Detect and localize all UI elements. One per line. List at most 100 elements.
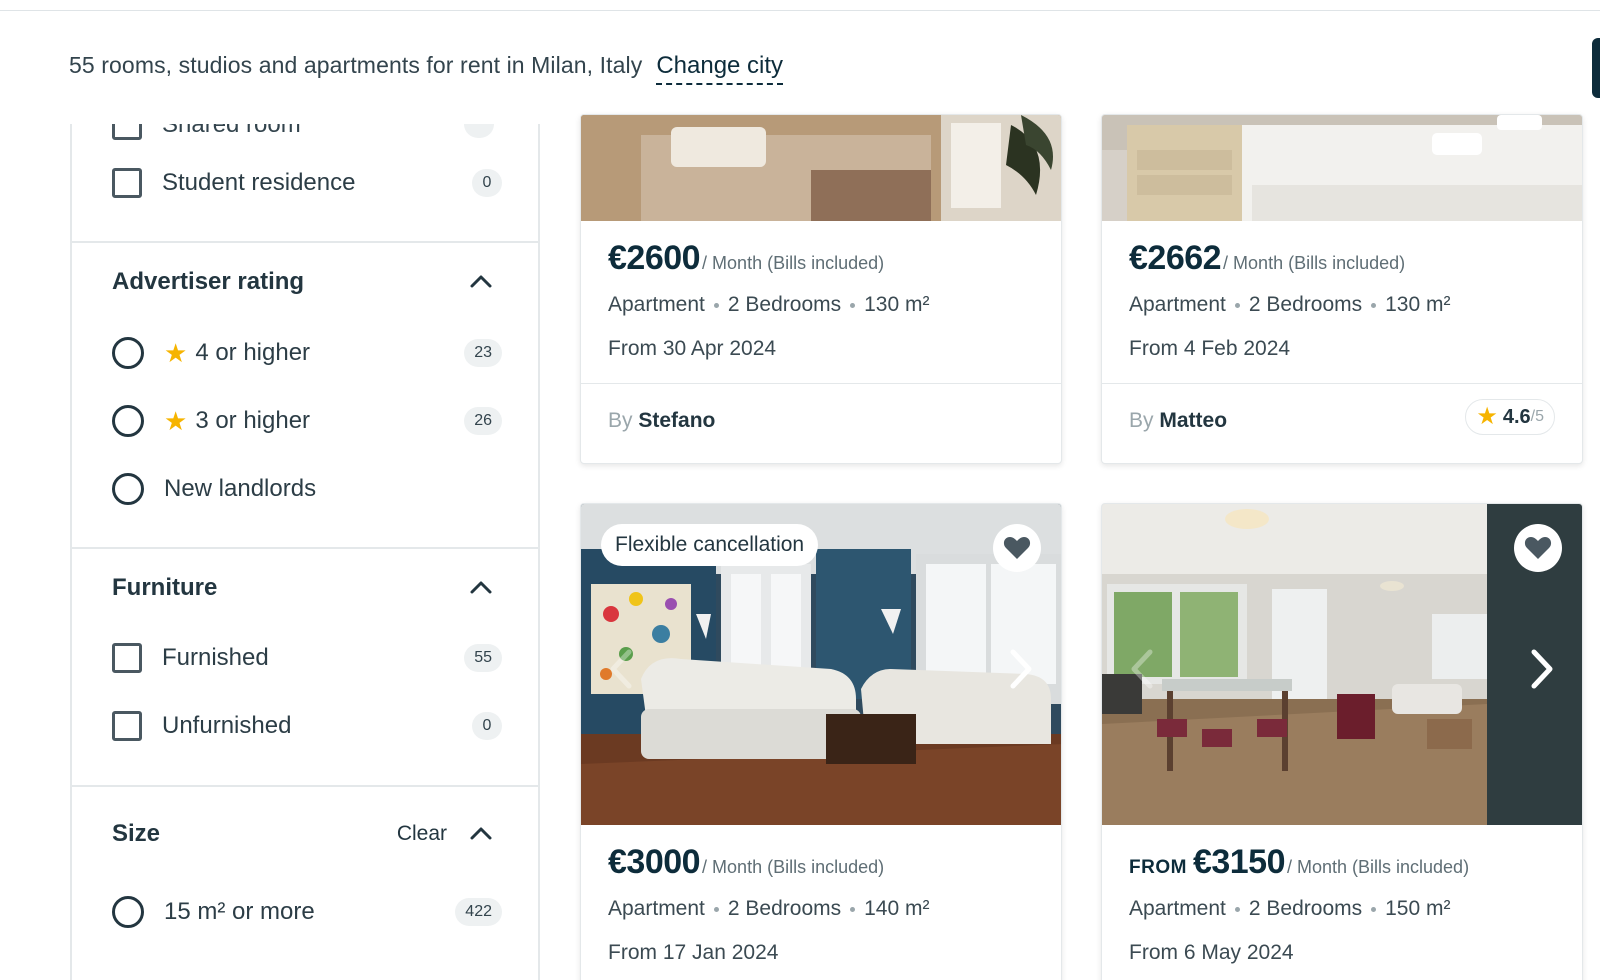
filter-label: Shared room [162, 124, 301, 138]
checkbox[interactable] [112, 124, 142, 140]
section-title: Size [112, 820, 161, 847]
option-label: 15 m² or more [164, 898, 315, 925]
listing-specs: Apartment 2 Bedrooms 130 m² [1129, 293, 1450, 317]
filter-shared-room[interactable]: Shared room [112, 124, 494, 140]
rating-option-4[interactable]: ★ 4 or higher 23 [112, 335, 502, 371]
listing-bedrooms: 2 Bedrooms [727, 293, 842, 316]
count-badge: 422 [455, 898, 502, 926]
card-divider [581, 383, 1061, 384]
listing-specs: Apartment 2 Bedrooms 150 m² [1129, 897, 1450, 921]
radio-button[interactable] [112, 337, 144, 369]
checkbox[interactable] [112, 168, 142, 198]
star-icon: ★ [164, 406, 188, 436]
change-city-link[interactable]: Change city [656, 52, 784, 85]
rating-denominator: /5 [1530, 408, 1544, 425]
landlord-name: Stefano [638, 409, 716, 432]
section-divider [72, 547, 538, 549]
filter-student-residence[interactable]: Student residence 0 [112, 165, 502, 201]
listing-availability: From 4 Feb 2024 [1129, 337, 1291, 360]
listing-price: €3000 [608, 843, 701, 881]
price-from-label: FROM [1129, 857, 1187, 878]
listing-price: €3150 [1192, 843, 1286, 881]
listing-size: 150 m² [1385, 897, 1451, 920]
listing-photo[interactable] [1102, 115, 1582, 221]
listing-type: Apartment [608, 897, 705, 920]
chevron-up-icon[interactable] [468, 821, 494, 847]
listing-photo[interactable]: Flexible cancellation [581, 504, 1061, 825]
listing-card[interactable]: FROM €3150 / Month (Bills included) Apar… [1101, 503, 1583, 980]
filter-furnished[interactable]: Furnished 55 [112, 640, 502, 676]
card-divider [1102, 383, 1582, 384]
listing-type: Apartment [1129, 293, 1226, 316]
radio-button[interactable] [112, 473, 144, 505]
filter-unfurnished[interactable]: Unfurnished 0 [112, 708, 502, 744]
listing-availability: From 17 Jan 2024 [608, 941, 779, 964]
listing-bedrooms: 2 Bedrooms [727, 897, 842, 920]
heart-icon [1003, 537, 1031, 559]
option-label: New landlords [164, 475, 317, 502]
listing-specs: Apartment 2 Bedrooms 140 m² [608, 897, 929, 921]
listing-price: €2600 [608, 239, 701, 277]
listing-availability: From 6 May 2024 [1129, 941, 1294, 964]
landlord-rating-badge: ★ 4.6/5 [1465, 399, 1555, 435]
listing-price: €2662 [1129, 239, 1222, 277]
listing-type: Apartment [1129, 897, 1226, 920]
filter-label: Unfurnished [162, 712, 292, 739]
listing-card[interactable]: €2662 / Month (Bills included) Apartment… [1101, 114, 1583, 464]
listing-photo[interactable] [581, 115, 1061, 221]
rating-option-new-landlords[interactable]: New landlords [112, 471, 502, 507]
results-header: 55 rooms, studios and apartments for ren… [69, 52, 784, 92]
checkbox[interactable] [112, 711, 142, 741]
count-badge: 23 [464, 339, 502, 367]
count-badge [464, 124, 494, 138]
favorite-button[interactable] [1514, 524, 1562, 572]
radio-button[interactable] [112, 405, 144, 437]
listing-landlord[interactable]: By Stefano [608, 409, 715, 433]
flexible-cancellation-badge: Flexible cancellation [601, 524, 819, 566]
chevron-up-icon[interactable] [468, 269, 494, 295]
listing-specs: Apartment 2 Bedrooms 130 m² [608, 293, 929, 317]
listing-card[interactable]: Flexible cancellation €3000 / Month (Bil… [580, 503, 1062, 980]
filters-sidebar: Shared room Student residence 0 Advertis… [70, 124, 540, 980]
section-divider [72, 241, 538, 243]
listing-card[interactable]: €2600 / Month (Bills included) Apartment… [580, 114, 1062, 464]
listing-bedrooms: 2 Bedrooms [1248, 293, 1363, 316]
section-size[interactable]: Size Clear [112, 816, 502, 852]
rating-value: 4.6 [1502, 405, 1531, 428]
chevron-left-icon[interactable] [1124, 644, 1164, 694]
section-title: Furniture [112, 574, 218, 601]
chevron-up-icon[interactable] [468, 575, 494, 601]
side-panel-tab[interactable] [1592, 38, 1600, 98]
count-badge: 0 [472, 712, 502, 740]
listing-type: Apartment [608, 293, 705, 316]
listing-availability: From 30 Apr 2024 [608, 337, 777, 360]
chevron-right-icon[interactable] [1520, 644, 1560, 694]
section-advertiser-rating[interactable]: Advertiser rating [112, 264, 502, 300]
section-title: Advertiser rating [112, 268, 305, 295]
chevron-left-icon[interactable] [603, 644, 643, 694]
listing-period: / Month (Bills included) [1223, 253, 1406, 273]
heart-icon [1524, 537, 1552, 559]
section-divider [72, 785, 538, 787]
radio-button[interactable] [112, 896, 144, 928]
listing-size: 130 m² [864, 293, 930, 316]
listing-landlord[interactable]: By Matteo [1129, 409, 1227, 433]
section-furniture[interactable]: Furniture [112, 570, 502, 606]
filter-label: Student residence [162, 169, 356, 196]
listing-bedrooms: 2 Bedrooms [1248, 897, 1363, 920]
listing-period: / Month (Bills included) [702, 253, 885, 273]
clear-size-button[interactable]: Clear [397, 822, 447, 846]
star-icon: ★ [164, 338, 188, 368]
listing-photo[interactable] [1102, 504, 1582, 825]
top-divider [0, 10, 1600, 11]
chevron-right-icon[interactable] [999, 644, 1039, 694]
rating-option-3[interactable]: ★ 3 or higher 26 [112, 403, 502, 439]
count-badge: 0 [472, 169, 502, 197]
checkbox[interactable] [112, 643, 142, 673]
listing-size: 140 m² [864, 897, 930, 920]
results-title: 55 rooms, studios and apartments for ren… [69, 52, 643, 78]
size-option-15[interactable]: 15 m² or more 422 [112, 894, 502, 930]
option-label: 3 or higher [195, 407, 311, 434]
listing-size: 130 m² [1385, 293, 1451, 316]
favorite-button[interactable] [993, 524, 1041, 572]
